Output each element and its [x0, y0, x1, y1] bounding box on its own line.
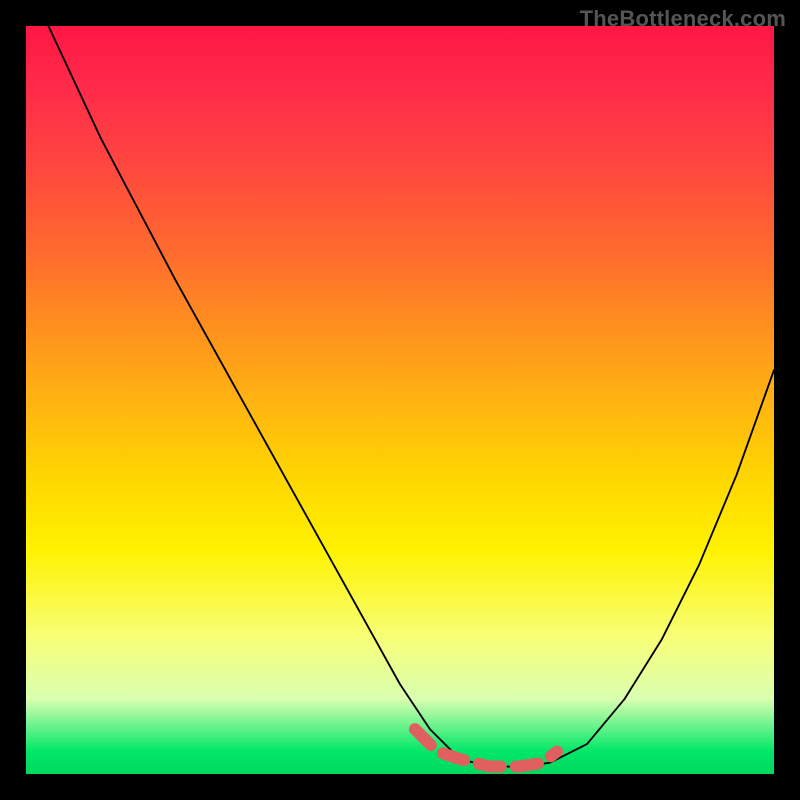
optimal-range-highlight	[26, 26, 774, 774]
plot-gradient-background	[26, 26, 774, 774]
chart-frame: TheBottleneck.com	[0, 0, 800, 800]
watermark-text: TheBottleneck.com	[580, 6, 786, 32]
